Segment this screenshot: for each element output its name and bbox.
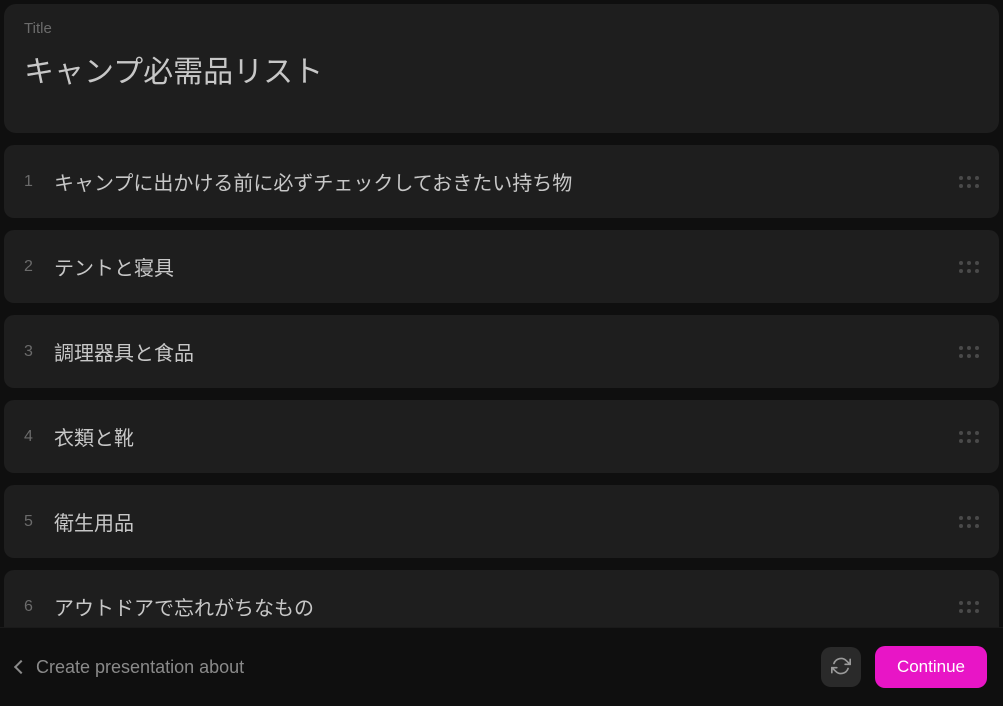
slide-title[interactable]: テントと寝具 — [54, 252, 941, 281]
drag-handle-icon[interactable] — [959, 261, 979, 273]
drag-handle-icon[interactable] — [959, 431, 979, 443]
slide-number: 2 — [24, 258, 36, 276]
slide-number: 5 — [24, 513, 36, 531]
footer-bar: Create presentation about Continue — [0, 627, 1003, 706]
drag-handle-icon[interactable] — [959, 601, 979, 613]
slide-card[interactable]: 2 テントと寝具 — [4, 230, 999, 303]
title-label: Title — [24, 20, 979, 37]
slide-card[interactable]: 1 キャンプに出かける前に必ずチェックしておきたい持ち物 — [4, 145, 999, 218]
drag-handle-icon[interactable] — [959, 346, 979, 358]
refresh-icon — [831, 656, 851, 679]
slide-card[interactable]: 4 衣類と靴 — [4, 400, 999, 473]
slide-title[interactable]: 衣類と靴 — [54, 422, 941, 451]
continue-button[interactable]: Continue — [875, 646, 987, 688]
title-card[interactable]: Title キャンプ必需品リスト — [4, 4, 999, 133]
slide-card[interactable]: 5 衛生用品 — [4, 485, 999, 558]
chevron-left-icon — [14, 660, 28, 674]
slide-number: 3 — [24, 343, 36, 361]
slide-title[interactable]: キャンプに出かける前に必ずチェックしておきたい持ち物 — [54, 167, 941, 196]
slide-number: 1 — [24, 173, 36, 191]
slide-card[interactable]: 6 アウトドアで忘れがちなもの — [4, 570, 999, 627]
back-button[interactable]: Create presentation about — [16, 657, 244, 678]
content-area: Title キャンプ必需品リスト 1 キャンプに出かける前に必ずチェックしておき… — [0, 0, 1003, 627]
slide-title[interactable]: アウトドアで忘れがちなもの — [54, 592, 941, 621]
refresh-button[interactable] — [821, 647, 861, 687]
slide-title[interactable]: 衛生用品 — [54, 507, 941, 536]
slide-number: 6 — [24, 598, 36, 616]
slide-title[interactable]: 調理器具と食品 — [54, 337, 941, 366]
drag-handle-icon[interactable] — [959, 516, 979, 528]
drag-handle-icon[interactable] — [959, 176, 979, 188]
back-label: Create presentation about — [36, 657, 244, 678]
slide-number: 4 — [24, 428, 36, 446]
slide-card[interactable]: 3 調理器具と食品 — [4, 315, 999, 388]
title-text[interactable]: キャンプ必需品リスト — [24, 47, 979, 91]
footer-right: Continue — [821, 646, 987, 688]
